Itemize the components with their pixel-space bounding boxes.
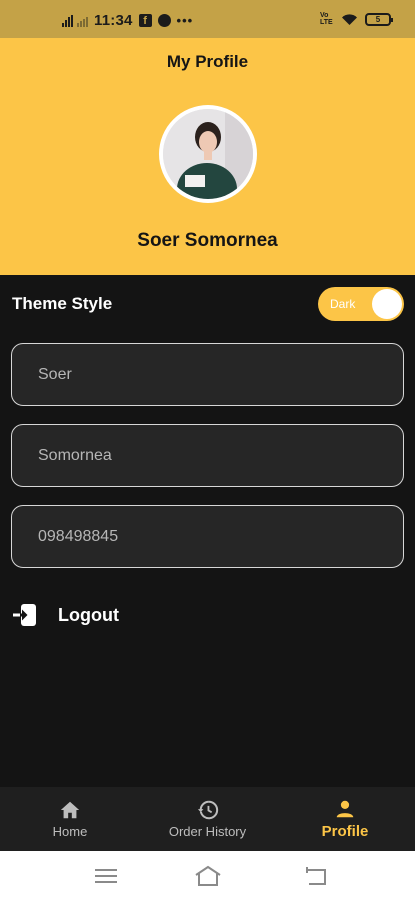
wifi-icon [342,13,357,25]
signal-icon [62,14,88,27]
last-name-field-container [11,424,404,487]
page-title: My Profile [166,52,249,71]
theme-toggle[interactable]: Dark [318,287,404,321]
battery-icon: 5 [365,12,393,26]
nav-profile[interactable]: Profile [305,787,385,851]
status-bar: 11:34 f ••• Vo LTE 5 [0,0,415,38]
theme-style-label: Theme Style [12,294,113,313]
status-time: 11:34 [94,12,133,29]
nav-order-history[interactable]: Order History [150,787,265,851]
facebook-icon: f [138,14,152,27]
back-icon[interactable] [303,863,331,889]
first-name-field-container [11,343,404,406]
phone-field-container [11,505,404,568]
first-name-field[interactable] [12,344,403,405]
more-notifications-indicator: ••• [176,13,194,28]
last-name-field[interactable] [12,425,403,486]
nav-home[interactable]: Home [30,787,110,851]
nav-profile-label: Profile [321,823,369,840]
person-icon [336,800,354,818]
home-icon [60,801,80,819]
logout-button[interactable]: Logout [12,600,172,630]
system-home-icon[interactable] [194,863,222,889]
volte-indicator: Vo LTE [320,12,333,26]
menu-icon[interactable] [92,863,120,889]
status-right: Vo LTE 5 [320,12,393,26]
user-name: Soer Somornea [137,230,278,251]
status-left: 11:34 f ••• [62,12,193,29]
avatar[interactable] [159,105,257,203]
bottom-nav: Home Order History Profile [0,787,415,851]
logout-icon [13,604,36,626]
history-icon [197,800,218,820]
avatar-photo [163,109,253,199]
nav-home-label: Home [52,824,88,839]
phone-field[interactable] [12,506,403,567]
toggle-knob [372,289,402,319]
app-notification-icon [157,14,171,27]
theme-toggle-text: Dark [330,297,356,311]
system-nav-bar [0,851,415,900]
profile-header: My Profile Soer Somornea [0,38,415,275]
logout-label: Logout [58,604,119,625]
nav-order-history-label: Order History [168,824,247,839]
